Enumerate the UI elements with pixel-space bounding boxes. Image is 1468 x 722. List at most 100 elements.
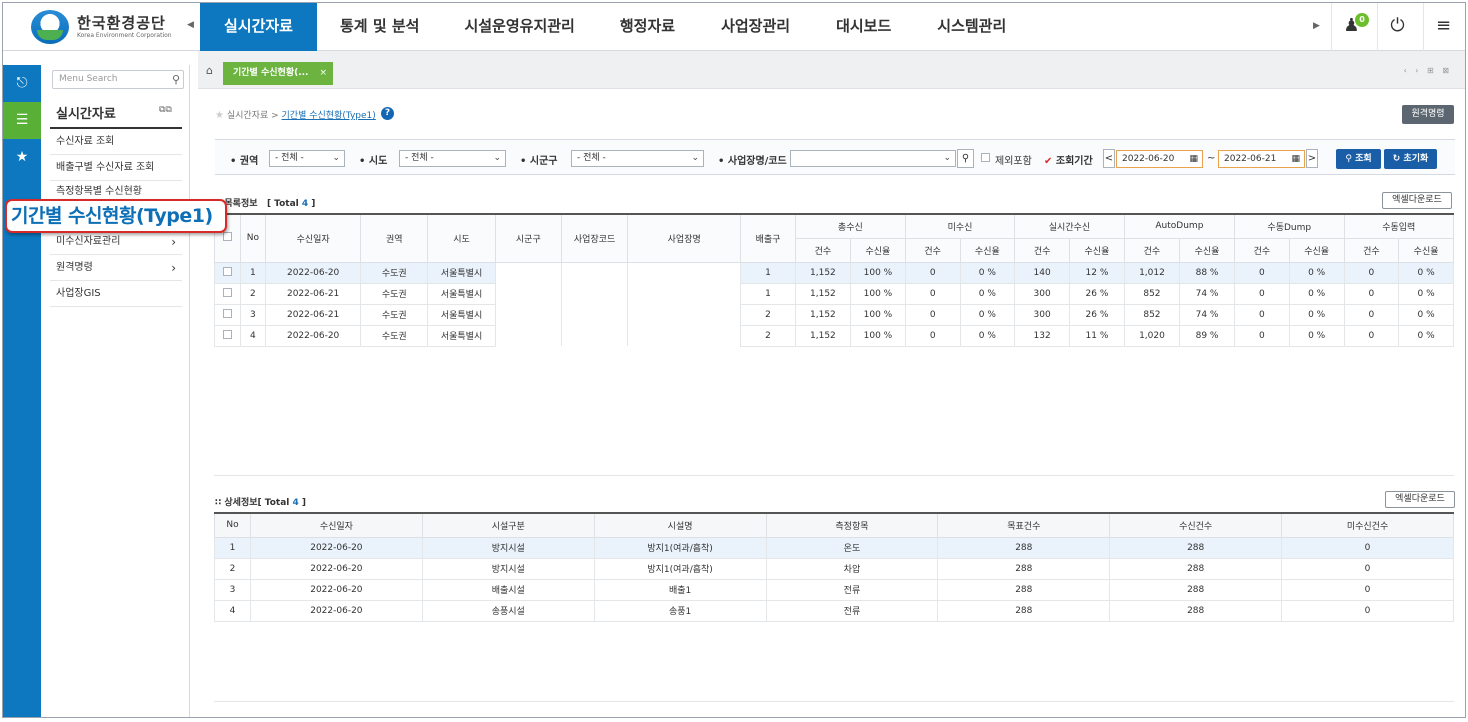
nav-realtime[interactable]: 실시간자료	[200, 3, 317, 51]
table-row[interactable]: 2 2022-06-20 방지시설 방지1(여과/흡착) 차압 288 288 0	[214, 557, 1454, 580]
nav-site[interactable]: 사업장관리	[698, 3, 813, 51]
home-icon[interactable]: ⌂	[206, 64, 213, 77]
sido-select[interactable]: - 전체 - ⌄	[399, 150, 506, 167]
table-cell: 서울특별시	[427, 282, 496, 305]
table-cell: 1,020	[1123, 324, 1181, 347]
menu-item-gis[interactable]: 사업장GIS	[50, 281, 182, 307]
table-cell	[494, 304, 562, 325]
table-cell: 4	[239, 324, 267, 347]
logo-emblem-icon	[31, 10, 69, 44]
nav-system[interactable]: 시스템관리	[914, 3, 1029, 51]
menu-item-receive[interactable]: 수신자료 조회	[50, 129, 182, 155]
list-excel-button[interactable]: 엑셀다운로드	[1382, 192, 1452, 209]
col-region: 권역	[360, 213, 429, 263]
exclude-label: 제외포함	[995, 156, 1032, 167]
calendar-icon[interactable]: ▦	[1189, 151, 1198, 167]
reset-button[interactable]: ↻ 초기화	[1384, 149, 1437, 169]
user-button[interactable]: ♟ 0	[1331, 3, 1371, 51]
row-checkbox[interactable]	[214, 303, 241, 326]
star-icon[interactable]: ★	[215, 110, 224, 121]
region-label: • 권역	[230, 156, 259, 167]
row-checkbox[interactable]	[214, 282, 241, 305]
breadcrumb-current[interactable]: 기간별 수신현황(Type1)	[282, 111, 376, 121]
close-icon[interactable]: ×	[319, 62, 327, 85]
detail-excel-button[interactable]: 엑셀다운로드	[1385, 491, 1455, 508]
detail-col-1: 수신일자	[249, 512, 423, 538]
row-checkbox[interactable]	[214, 324, 241, 347]
menu-item-remote[interactable]: 원격명령 ›	[50, 255, 182, 281]
col-site-name: 사업장명	[627, 213, 742, 263]
star-icon[interactable]: ★	[3, 139, 41, 176]
menu-add-button[interactable]: ≡	[1423, 3, 1463, 51]
nav-dashboard[interactable]: 대시보드	[813, 3, 914, 51]
calendar-icon[interactable]: ▦	[1291, 151, 1300, 167]
table-cell: 0 %	[1288, 282, 1345, 305]
col-count: 건수	[904, 237, 961, 263]
tab-period-receive[interactable]: 기간별 수신현황(... ×	[223, 62, 333, 85]
chevron-down-icon: ⌄	[691, 153, 699, 163]
table-cell: 서울특별시	[427, 303, 496, 326]
table-row[interactable]: 2 2022-06-21 수도권 서울특별시 1 1,152 100 % 0 0 % 300 26 …	[214, 282, 1454, 305]
tab-controls[interactable]: ‹ › ⊞ ⊠	[1404, 66, 1452, 75]
col-count: 건수	[1123, 237, 1181, 263]
table-row[interactable]: 1 2022-06-20 방지시설 방지1(여과/흡착) 온도 288 288 0	[214, 536, 1454, 559]
date-to-input[interactable]: 2022-06-21 ▦	[1218, 150, 1305, 168]
breadcrumb-root[interactable]: 실시간자료 >	[227, 111, 279, 121]
table-cell: 수도권	[360, 282, 429, 305]
date-from-input[interactable]: 2022-06-20 ▦	[1116, 150, 1203, 168]
table-cell: 11 %	[1069, 324, 1125, 347]
col-no: No	[239, 213, 267, 263]
nav-admin[interactable]: 행정자료	[597, 3, 698, 51]
back-icon[interactable]: ⎋	[3, 65, 41, 102]
table-row[interactable]: 4 2022-06-20 수도권 서울특별시 2 1,152 100 % 0 0 % 132 11 …	[214, 324, 1454, 347]
menu-item-outlet-receive[interactable]: 배출구별 수신자료 조회	[50, 155, 182, 181]
table-cell: 288	[1109, 557, 1283, 580]
chevron-right-icon: >	[1307, 153, 1317, 164]
table-cell: 3	[239, 303, 267, 326]
table-cell: 수도권	[360, 261, 429, 284]
prev-date-button[interactable]: <	[1103, 149, 1115, 168]
table-row[interactable]: 3 2022-06-21 수도권 서울특별시 2 1,152 100 % 0 0 % 300 26 …	[214, 303, 1454, 326]
menu-item-remote-label: 원격명령	[56, 262, 93, 273]
chevron-right-icon[interactable]: ▶	[1313, 21, 1320, 31]
table-cell: 2	[740, 303, 796, 326]
site-search-button[interactable]: ⚲	[957, 149, 974, 168]
table-cell: 전류	[765, 599, 939, 622]
table-cell: 100 %	[849, 324, 906, 347]
table-cell: 852	[1123, 282, 1181, 305]
site-select[interactable]: ⌄	[790, 150, 956, 167]
power-button[interactable]: ⏻	[1377, 3, 1417, 51]
table-cell: 배출1	[593, 578, 767, 601]
nav-stats[interactable]: 통계 및 분석	[317, 3, 442, 51]
logo[interactable]: 한국환경공단 Korea Environment Corporation	[31, 9, 191, 45]
table-cell: 전류	[765, 578, 939, 601]
table-row[interactable]: 1 2022-06-20 수도권 서울특별시 1 1,152 100 % 0 0 % 140 12 …	[214, 261, 1454, 284]
expand-collapse-icon[interactable]: ⧉⧉	[159, 105, 172, 115]
table-cell: 100 %	[849, 303, 906, 326]
nav-facility[interactable]: 시설운영유지관리	[442, 3, 596, 51]
search-button[interactable]: ⚲ 조회	[1336, 149, 1381, 169]
chevron-left-icon[interactable]: ◀	[187, 20, 194, 30]
remote-command-button[interactable]: 원격명령	[1402, 105, 1454, 124]
table-row[interactable]: 4 2022-06-20 송풍시설 송풍1 전류 288 288 0	[214, 599, 1454, 622]
table-cell: 0	[1343, 282, 1400, 305]
table-cell: 100 %	[849, 282, 906, 305]
col-rate: 수신율	[849, 237, 906, 263]
search-icon[interactable]: ⚲	[172, 71, 180, 88]
table-cell	[627, 283, 742, 304]
table-cell: 방지시설	[421, 557, 595, 580]
next-date-button[interactable]: >	[1306, 149, 1318, 168]
region-select[interactable]: - 전체 - ⌄	[269, 150, 345, 167]
detail-col-5: 목표건수	[937, 512, 1111, 538]
help-icon[interactable]: ?	[381, 107, 394, 120]
menu-search-input[interactable]: Menu Search ⚲	[52, 70, 184, 89]
table-cell: 1	[239, 261, 267, 284]
table-row[interactable]: 3 2022-06-20 배출시설 배출1 전류 288 288 0	[214, 578, 1454, 601]
exclude-checkbox[interactable]	[981, 153, 990, 162]
list-icon[interactable]: ☰	[3, 102, 41, 139]
table-cell	[560, 262, 629, 283]
sigungu-select[interactable]: - 전체 - ⌄	[571, 150, 704, 167]
table-cell: 0 %	[1398, 303, 1454, 326]
list-table: No 수신일자 권역 시도 시군구 사업장코드 사업장명 배출구 총수신 미수신…	[214, 213, 1455, 347]
row-checkbox[interactable]	[214, 261, 241, 284]
